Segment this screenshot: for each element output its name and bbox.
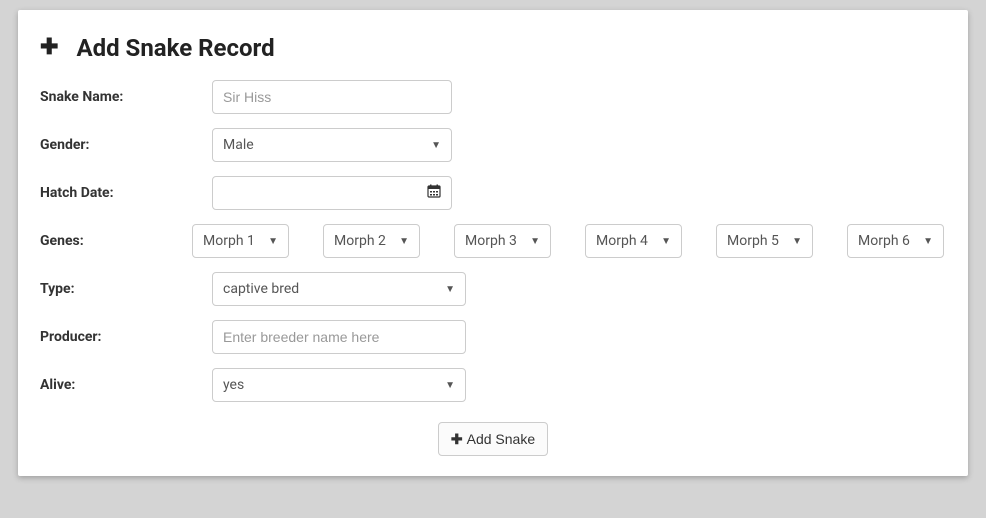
- morph-6-label: Morph 6: [858, 233, 910, 249]
- label-snake-name: Snake Name:: [40, 89, 200, 105]
- chevron-down-icon: ▼: [661, 236, 671, 247]
- plus-icon: ✚: [40, 37, 58, 59]
- morph-4-label: Morph 4: [596, 233, 648, 249]
- chevron-down-icon: ▼: [445, 380, 455, 391]
- chevron-down-icon: ▼: [530, 236, 540, 247]
- row-snake-name: Snake Name:: [40, 80, 946, 114]
- morph-2-select[interactable]: Morph 2 ▼: [323, 224, 420, 258]
- row-type: Type: captive bred ▼: [40, 272, 946, 306]
- add-snake-button[interactable]: ✚ Add Snake: [438, 422, 548, 456]
- calendar-icon: [427, 184, 441, 202]
- add-snake-button-label: Add Snake: [467, 431, 536, 447]
- plus-icon: ✚: [451, 431, 463, 448]
- morph-5-label: Morph 5: [727, 233, 779, 249]
- row-producer: Producer:: [40, 320, 946, 354]
- type-selected-value: captive bred: [223, 281, 299, 297]
- gender-selected-value: Male: [223, 137, 254, 153]
- morph-1-select[interactable]: Morph 1 ▼: [192, 224, 289, 258]
- morph-4-select[interactable]: Morph 4 ▼: [585, 224, 682, 258]
- label-producer: Producer:: [40, 329, 200, 345]
- morph-6-select[interactable]: Morph 6 ▼: [847, 224, 944, 258]
- chevron-down-icon: ▼: [445, 284, 455, 295]
- chevron-down-icon: ▼: [431, 140, 441, 151]
- label-alive: Alive:: [40, 377, 200, 393]
- type-select[interactable]: captive bred ▼: [212, 272, 466, 306]
- label-gender: Gender:: [40, 137, 200, 153]
- genes-container: Morph 1 ▼ Morph 2 ▼ Morph 3 ▼ Morph 4 ▼ …: [192, 224, 946, 258]
- label-genes: Genes:: [40, 233, 200, 249]
- snake-name-input[interactable]: [212, 80, 452, 114]
- add-snake-card: ✚ Add Snake Record Snake Name: Gender: M…: [18, 10, 968, 476]
- gender-select[interactable]: Male ▼: [212, 128, 452, 162]
- alive-selected-value: yes: [223, 377, 244, 393]
- label-type: Type:: [40, 281, 200, 297]
- row-gender: Gender: Male ▼: [40, 128, 946, 162]
- chevron-down-icon: ▼: [792, 236, 802, 247]
- morph-3-label: Morph 3: [465, 233, 517, 249]
- card-title-text: Add Snake Record: [76, 34, 274, 62]
- submit-row: ✚ Add Snake: [40, 422, 946, 456]
- row-hatch-date: Hatch Date:: [40, 176, 946, 210]
- card-title: ✚ Add Snake Record: [40, 34, 946, 62]
- morph-3-select[interactable]: Morph 3 ▼: [454, 224, 551, 258]
- label-hatch-date: Hatch Date:: [40, 185, 200, 201]
- chevron-down-icon: ▼: [268, 236, 278, 247]
- chevron-down-icon: ▼: [923, 236, 933, 247]
- row-alive: Alive: yes ▼: [40, 368, 946, 402]
- morph-2-label: Morph 2: [334, 233, 386, 249]
- hatch-date-input[interactable]: [212, 176, 452, 210]
- morph-1-label: Morph 1: [203, 233, 255, 249]
- chevron-down-icon: ▼: [399, 236, 409, 247]
- row-genes: Genes: Morph 1 ▼ Morph 2 ▼ Morph 3 ▼ Mor…: [40, 224, 946, 258]
- producer-input[interactable]: [212, 320, 466, 354]
- alive-select[interactable]: yes ▼: [212, 368, 466, 402]
- morph-5-select[interactable]: Morph 5 ▼: [716, 224, 813, 258]
